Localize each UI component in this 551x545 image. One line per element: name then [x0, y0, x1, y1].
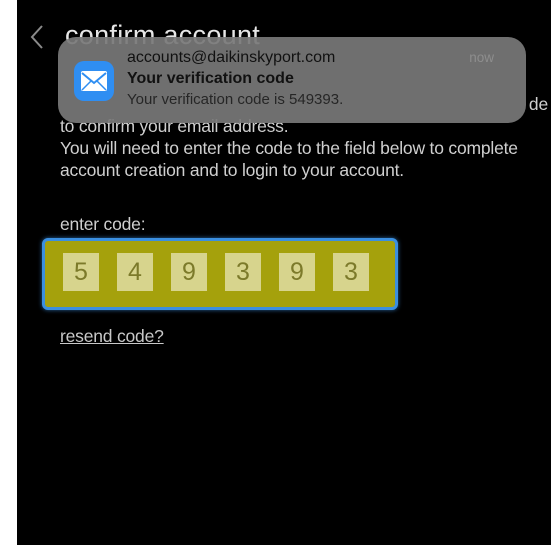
code-digit-3[interactable]: 9 — [171, 253, 207, 291]
email-notification-banner[interactable]: accounts@daikinskyport.com now Your veri… — [58, 37, 526, 123]
notification-subject: Your verification code — [127, 70, 294, 87]
app-screen: confirm account de to confirm your email… — [17, 0, 551, 545]
code-digit-6[interactable]: 3 — [333, 253, 369, 291]
code-digit-2[interactable]: 4 — [117, 253, 153, 291]
instructions-line-4: account creation and to login to your ac… — [60, 160, 404, 180]
code-digit-5[interactable]: 9 — [279, 253, 315, 291]
mail-app-icon — [74, 61, 114, 101]
resend-code-link[interactable]: resend code? — [60, 326, 164, 347]
mail-icon — [81, 71, 107, 91]
code-digit-4[interactable]: 3 — [225, 253, 261, 291]
verification-code-field[interactable]: 5 4 9 3 9 3 — [42, 238, 398, 310]
instructions-line-3: You will need to enter the code to the f… — [60, 138, 518, 158]
enter-code-label: enter code: — [60, 214, 146, 234]
notification-sender: accounts@daikinskyport.com — [127, 49, 336, 66]
chevron-left-icon — [30, 25, 43, 49]
code-digit-1[interactable]: 5 — [63, 253, 99, 291]
notification-time: now — [469, 50, 494, 65]
back-button[interactable] — [30, 24, 54, 54]
notification-preview: Your verification code is 549393. — [127, 91, 344, 108]
